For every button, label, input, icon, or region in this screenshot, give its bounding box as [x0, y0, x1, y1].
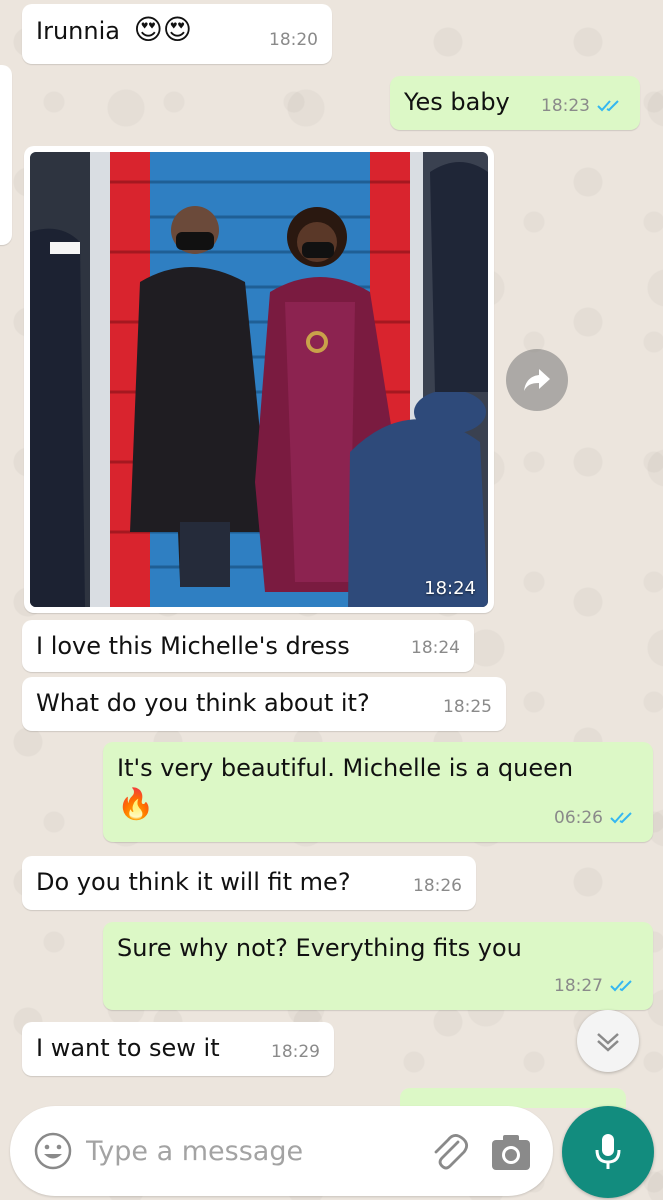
message-outgoing[interactable]: It's very beautiful. Michelle is a queen… — [103, 742, 653, 842]
message-input[interactable] — [86, 1128, 406, 1174]
message-time: 18:20 — [269, 30, 318, 50]
double-check-icon — [597, 100, 619, 112]
chevron-down-icon — [597, 1033, 619, 1052]
forward-button[interactable] — [506, 349, 568, 411]
message-incoming[interactable]: I want to sew it 18:29 — [22, 1022, 334, 1076]
cropped-message-bubble — [0, 65, 12, 245]
message-time: 18:25 — [443, 697, 492, 717]
message-incoming[interactable]: I love this Michelle's dress 18:24 — [22, 620, 474, 672]
message-time: 18:24 — [411, 638, 460, 658]
chat-area[interactable]: Irunnia 😍😍 18:20 Yes baby 18:23 18:24 I … — [0, 0, 663, 1200]
partial-outgoing-bubble — [400, 1088, 626, 1108]
message-incoming[interactable]: Irunnia 😍😍 18:20 — [22, 4, 332, 64]
message-time: 18:29 — [271, 1042, 320, 1062]
emoji-heart-eyes: 😍😍 — [133, 13, 192, 46]
message-text: Yes baby — [404, 88, 510, 116]
message-time: 18:27 — [554, 976, 603, 996]
message-text: It's very beautiful. Michelle is a queen — [117, 754, 574, 782]
message-outgoing[interactable]: Sure why not? Everything fits you 18:27 — [103, 922, 653, 1010]
paperclip-icon[interactable] — [428, 1130, 470, 1172]
message-incoming[interactable]: Do you think it will fit me? 18:26 — [22, 856, 476, 910]
message-time-status: 18:23 — [541, 88, 626, 124]
message-time: 18:24 — [424, 578, 476, 599]
message-time: 18:23 — [541, 96, 590, 116]
double-check-icon — [610, 812, 632, 824]
emoji-icon[interactable] — [34, 1132, 72, 1170]
message-text: I love this Michelle's dress — [36, 632, 350, 660]
message-outgoing[interactable]: Yes baby 18:23 — [390, 76, 640, 130]
message-composer — [10, 1106, 553, 1196]
message-text: Irunnia — [36, 17, 120, 45]
message-photo[interactable]: 18:24 — [24, 146, 494, 613]
photo-image[interactable]: 18:24 — [30, 152, 488, 607]
message-time: 06:26 — [554, 808, 603, 828]
message-text: What do you think about it? — [36, 689, 370, 717]
message-time: 18:26 — [413, 876, 462, 896]
message-text: I want to sew it — [36, 1034, 220, 1062]
mic-icon — [595, 1134, 621, 1169]
photo-illustration — [30, 152, 488, 607]
message-text: Sure why not? Everything fits you — [117, 934, 522, 962]
message-incoming[interactable]: What do you think about it? 18:25 — [22, 677, 506, 731]
voice-message-button[interactable] — [562, 1106, 654, 1198]
forward-icon — [524, 369, 550, 391]
camera-icon[interactable] — [490, 1132, 532, 1172]
message-time-status: 18:27 — [554, 968, 639, 1004]
double-check-icon — [610, 980, 632, 992]
message-text: Do you think it will fit me? — [36, 868, 351, 896]
scroll-to-bottom-button[interactable] — [577, 1010, 639, 1072]
message-time-status: 06:26 — [554, 800, 639, 836]
